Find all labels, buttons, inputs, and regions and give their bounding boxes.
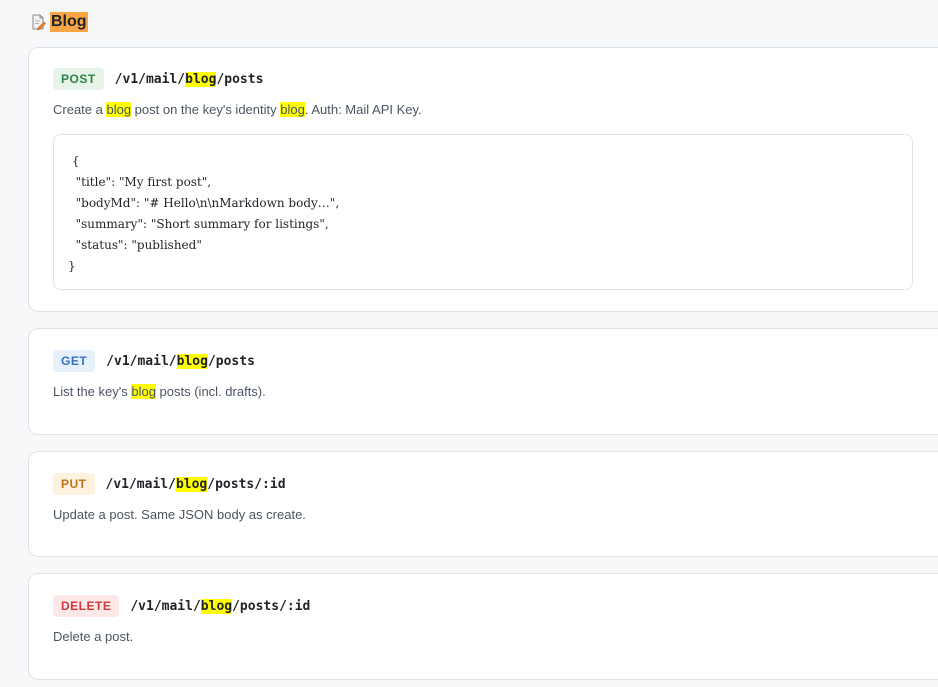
endpoint-card-put: PUT /v1/mail/blog/posts/:id Update a pos… (28, 451, 938, 557)
api-docs-page: Blog POST /v1/mail/blog/posts Create a b… (0, 0, 938, 687)
request-body-code-block: { "title": "My first post", "bodyMd": "#… (53, 134, 913, 290)
endpoint-path: /v1/mail/blog/posts/:id (105, 476, 286, 492)
endpoint-path: /v1/mail/blog/posts (114, 71, 264, 87)
endpoint-card-delete: DELETE /v1/mail/blog/posts/:id Delete a … (28, 573, 938, 680)
endpoint-description: Delete a post. (53, 629, 134, 644)
method-badge: DELETE (53, 595, 120, 617)
document-edit-icon (32, 14, 46, 31)
endpoint-card-post: POST /v1/mail/blog/posts Create a blog p… (28, 47, 938, 312)
code-line: "status": "published" (68, 238, 202, 252)
code-line: } (68, 259, 76, 273)
endpoint-path: /v1/mail/blog/posts (106, 353, 255, 369)
endpoint-path: /v1/mail/blog/posts/:id (130, 598, 311, 614)
code-content: { "title": "My first post", "bodyMd": "#… (68, 151, 339, 277)
code-line: "title": "My first post", (68, 175, 212, 189)
endpoint-card-get: GET /v1/mail/blog/posts List the key's b… (28, 328, 938, 435)
method-badge: POST (53, 68, 104, 90)
code-line: "bodyMd": "# Hello\n\nMarkdown body…", (68, 196, 340, 210)
endpoint-line: GET /v1/mail/blog/posts (53, 350, 255, 372)
endpoint-line: POST /v1/mail/blog/posts (53, 68, 263, 90)
endpoint-description: Create a blog post on the key's identity… (53, 102, 422, 117)
code-line: "summary": "Short summary for listings", (68, 217, 329, 231)
code-line: { (68, 154, 80, 168)
endpoint-line: DELETE /v1/mail/blog/posts/:id (53, 595, 310, 617)
section-title: Blog (50, 12, 88, 32)
endpoint-line: PUT /v1/mail/blog/posts/:id (53, 473, 286, 495)
endpoint-description: List the key's blog posts (incl. drafts)… (53, 384, 266, 399)
method-badge: GET (53, 350, 96, 372)
section-header: Blog (32, 12, 88, 32)
method-badge: PUT (53, 473, 95, 495)
endpoint-description: Update a post. Same JSON body as create. (53, 507, 306, 522)
